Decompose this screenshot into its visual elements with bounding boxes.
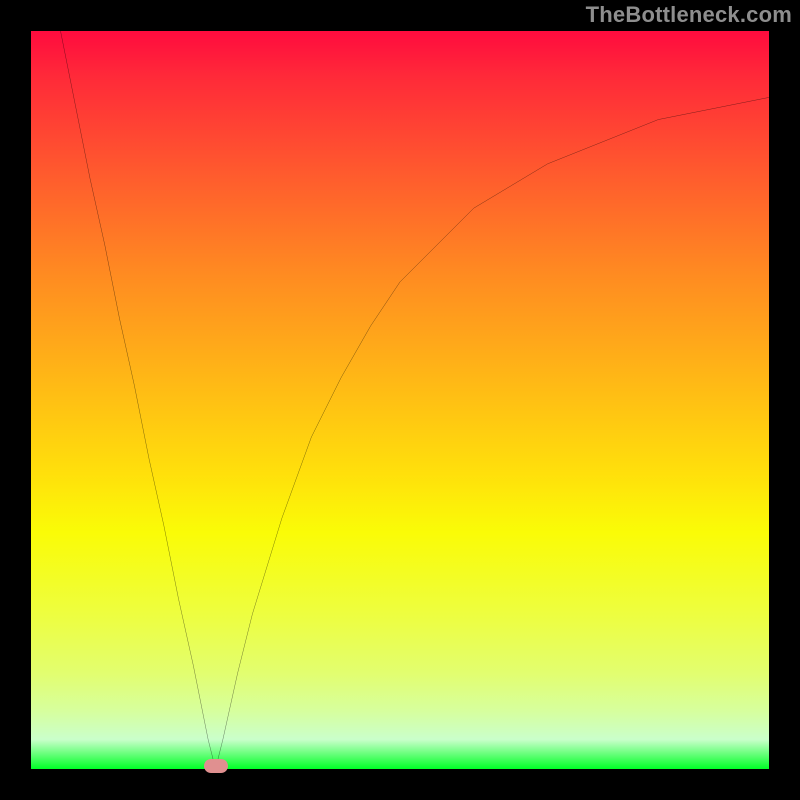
optimal-point-marker bbox=[204, 759, 228, 773]
bottleneck-curve bbox=[31, 31, 769, 769]
watermark-text: TheBottleneck.com bbox=[586, 2, 792, 28]
